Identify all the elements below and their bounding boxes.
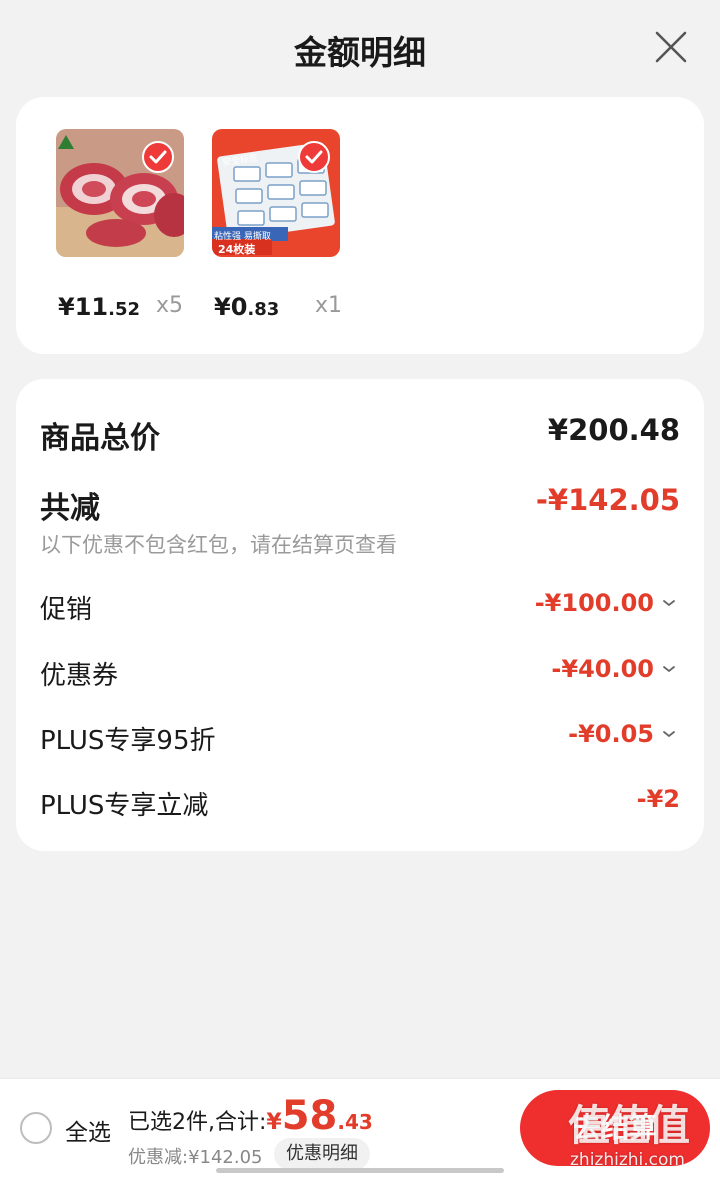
discount-label: 促销	[40, 595, 93, 625]
discount-row-plus-95[interactable]: PLUS专享95折 -¥0.05	[40, 720, 680, 756]
saved-amount: 优惠减:¥142.05	[128, 1147, 263, 1168]
discount-detail-button[interactable]: 优惠明细	[274, 1138, 370, 1170]
image-count-text: 24枚装	[218, 243, 256, 256]
discount-value: -¥100.00	[535, 589, 676, 617]
price-int: ¥0	[214, 293, 248, 321]
discount-row-coupon[interactable]: 优惠券 -¥40.00	[40, 655, 680, 691]
header: 金额明细	[0, 0, 720, 96]
discount-value: -¥2	[636, 785, 680, 813]
product-item[interactable]	[56, 129, 186, 257]
product-price: ¥0.83	[214, 293, 279, 321]
checked-icon[interactable]	[298, 141, 330, 173]
summary-prefix: 已选2件,合计:	[128, 1110, 267, 1135]
bottom-bar: 全选 已选2件,合计:¥58.43 优惠减:¥142.05 优惠明细 去结算	[0, 1078, 720, 1177]
total-dec: .43	[337, 1110, 373, 1134]
discount-amount: -¥40.00	[551, 655, 654, 683]
discount-value: -¥0.05	[568, 720, 676, 748]
checkout-button[interactable]: 去结算	[520, 1090, 710, 1166]
total-summary: 已选2件,合计:¥58.43	[128, 1093, 373, 1139]
total-yen: ¥	[266, 1110, 282, 1135]
discount-value: -¥40.00	[551, 655, 676, 683]
products-card: ¥11.52 x5 粘性强 易撕取 24枚装 安全标签 ¥0.83 x1	[16, 97, 704, 354]
product-qty: x1	[315, 293, 343, 318]
select-all-label[interactable]: 全选	[65, 1113, 111, 1147]
close-icon[interactable]	[654, 30, 688, 64]
home-indicator	[216, 1168, 504, 1173]
price-detail-card: 商品总价 ¥200.48 共减 -¥142.05 以下优惠不包含红包，请在结算页…	[16, 379, 704, 851]
total-label: 商品总价	[40, 421, 160, 456]
reduce-note: 以下优惠不包含红包，请在结算页查看	[40, 533, 397, 557]
product-qty: x5	[156, 293, 184, 318]
discount-label: 优惠券	[40, 661, 119, 691]
chevron-down-icon[interactable]	[662, 664, 676, 674]
discount-amount: -¥0.05	[568, 720, 654, 748]
chevron-down-icon[interactable]	[662, 729, 676, 739]
reduce-row: 共减 -¥142.05	[40, 483, 680, 526]
product-image-stickers[interactable]: 粘性强 易撕取 24枚装 安全标签	[212, 129, 340, 257]
total-int: 58	[281, 1093, 338, 1139]
total-value: ¥200.48	[547, 413, 680, 447]
product-image-meat[interactable]	[56, 129, 184, 257]
discount-row-promo[interactable]: 促销 -¥100.00	[40, 589, 680, 625]
reduce-label: 共减	[40, 491, 100, 526]
chevron-down-icon[interactable]	[662, 598, 676, 608]
page-title: 金额明细	[294, 33, 426, 72]
discount-amount: -¥100.00	[534, 589, 654, 617]
price-dec: .83	[247, 299, 280, 320]
total-row: 商品总价 ¥200.48	[40, 413, 680, 456]
reduce-value: -¥142.05	[535, 483, 680, 517]
price-dec: .52	[108, 299, 140, 320]
product-price: ¥11.52	[58, 293, 140, 321]
product-item[interactable]: 粘性强 易撕取 24枚装 安全标签	[212, 129, 342, 257]
price-int: ¥11	[58, 293, 109, 321]
discount-label: PLUS专享立减	[40, 791, 209, 821]
discount-label: PLUS专享95折	[40, 726, 216, 756]
select-all-radio[interactable]	[20, 1112, 52, 1144]
checked-icon[interactable]	[142, 141, 174, 173]
discount-row-plus-reduce: PLUS专享立减 -¥2	[40, 785, 680, 821]
